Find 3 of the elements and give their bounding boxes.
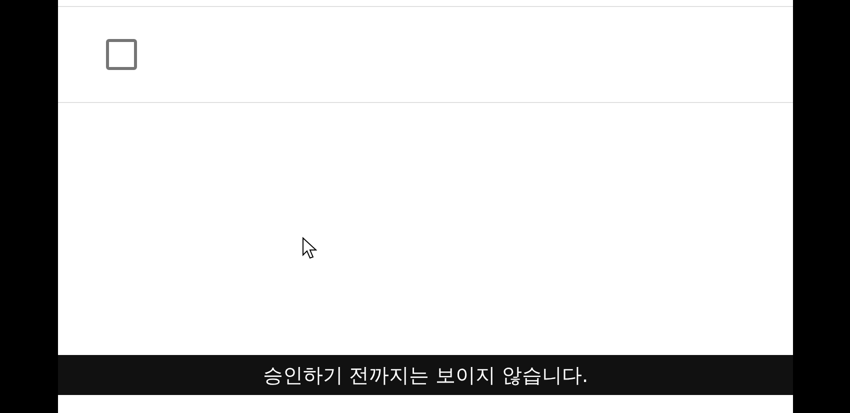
cursor-icon: [302, 237, 317, 259]
subtitle: 승인하기 전까지는 보이지 않습니다.: [262, 362, 588, 389]
checkbox[interactable]: [106, 39, 137, 70]
